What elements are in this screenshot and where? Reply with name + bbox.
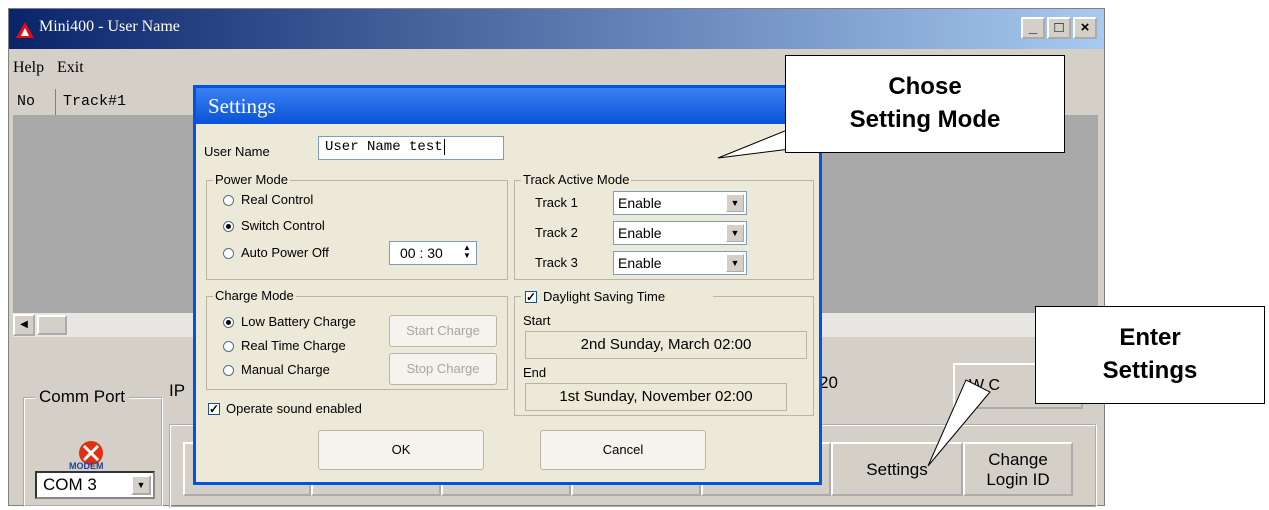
enter-settings-pointer — [927, 379, 991, 467]
enter-settings-callout: Enter Settings — [1035, 306, 1265, 404]
setting-mode-callout-line1: Chose — [888, 73, 962, 100]
enter-settings-callout-line2: Settings — [1102, 357, 1198, 384]
enter-settings-callout-line1: Enter — [1119, 324, 1181, 351]
setting-mode-callout: Chose Setting Mode — [785, 55, 1065, 153]
setting-mode-callout-line2: Setting Mode — [849, 106, 1001, 133]
callout-pointers — [717, 119, 991, 467]
